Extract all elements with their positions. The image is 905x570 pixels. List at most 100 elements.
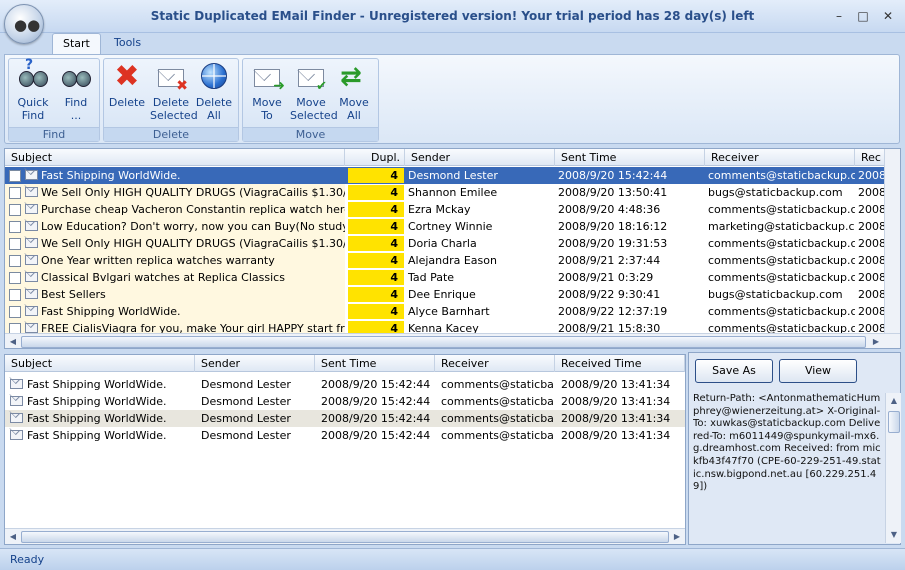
row-checkbox[interactable] bbox=[9, 170, 21, 182]
ribbon-tabs: Start Tools bbox=[0, 33, 905, 54]
cell-receiver: comments@staticbackup.com bbox=[708, 305, 855, 318]
find-button[interactable]: Find ... bbox=[55, 61, 97, 122]
envelope-icon bbox=[10, 430, 23, 440]
move-to-button[interactable]: ➜ Move To bbox=[246, 61, 288, 122]
duplicates-grid-row[interactable]: Fast Shipping WorldWide. 4 Desmond Lester 2… bbox=[5, 167, 900, 184]
tab-start[interactable]: Start bbox=[52, 33, 101, 54]
move-all-button[interactable]: ⇄ Move All bbox=[333, 61, 375, 122]
red-x-icon: ✖ bbox=[114, 59, 140, 94]
headers-vscrollbar[interactable]: ▲ ▼ bbox=[885, 393, 901, 543]
cell-receiver: comments@staticbackup.com bbox=[708, 203, 855, 216]
move-group-caption: Move bbox=[243, 127, 378, 141]
move-selected-button[interactable]: ✔ Move Selected bbox=[290, 61, 338, 122]
minimize-button[interactable]: – bbox=[828, 6, 850, 26]
duplicate-copies-grid-header: Subject Sender Sent Time Receiver Receiv… bbox=[5, 355, 685, 372]
column-subject[interactable]: Subject bbox=[5, 355, 195, 372]
duplicate-copies-row[interactable]: Fast Shipping WorldWide. Desmond Lester 20… bbox=[5, 410, 685, 427]
globe-icon bbox=[198, 61, 230, 93]
duplicates-grid-hscrollbar[interactable]: ◀ ▶ bbox=[5, 333, 900, 348]
column-sent-time[interactable]: Sent Time bbox=[555, 149, 705, 166]
cell-sent-time: 2008/9/20 15:42:44 bbox=[321, 429, 431, 442]
cell-receiver: comments@staticbackup.com bbox=[708, 169, 855, 182]
vscroll-thumb[interactable] bbox=[888, 411, 900, 433]
duplicates-grid-row[interactable]: Classical Bvlgari watches at Replica Cla… bbox=[5, 269, 900, 286]
cell-dupl: 4 bbox=[348, 219, 404, 234]
duplicates-grid-row[interactable]: Best Sellers 4 Dee Enrique 2008/9/22 9:30:4… bbox=[5, 286, 900, 303]
cell-received-time: 2008/9/20 13:41:34 bbox=[561, 412, 671, 425]
message-headers-text[interactable]: Return-Path: <AntonmathematicHumphrey@wi… bbox=[693, 393, 883, 543]
cell-dupl: 4 bbox=[348, 304, 404, 319]
envelope-delete-icon: ✖ bbox=[155, 61, 188, 93]
duplicate-copies-hscrollbar[interactable]: ◀ ▶ bbox=[5, 528, 685, 544]
ribbon: ? Quick Find Find ... Find ✖ Delete ✖ De… bbox=[4, 54, 900, 144]
delete-selected-button[interactable]: ✖ Delete Selected bbox=[150, 61, 198, 122]
cell-dupl: 4 bbox=[348, 168, 404, 183]
row-checkbox[interactable] bbox=[9, 204, 21, 216]
quick-find-button[interactable]: ? Quick Find bbox=[12, 58, 54, 122]
cell-sender: Tad Pate bbox=[408, 271, 455, 284]
envelope-icon bbox=[10, 396, 23, 406]
duplicates-grid-row[interactable]: Purchase cheap Vacheron Constantin repli… bbox=[5, 201, 900, 218]
column-received-time[interactable]: Received Time bbox=[555, 355, 685, 372]
column-receiver[interactable]: Receiver bbox=[435, 355, 555, 372]
duplicate-copies-row[interactable]: Fast Shipping WorldWide. Desmond Lester 20… bbox=[5, 376, 685, 393]
envelope-icon bbox=[25, 272, 38, 282]
duplicate-copies-row[interactable]: Fast Shipping WorldWide. Desmond Lester 20… bbox=[5, 393, 685, 410]
column-sender[interactable]: Sender bbox=[405, 149, 555, 166]
cell-receiver: comments@staticbackup.com bbox=[708, 254, 855, 267]
tab-tools[interactable]: Tools bbox=[104, 33, 151, 54]
delete-button[interactable]: ✖ Delete bbox=[106, 59, 148, 110]
scroll-left-icon[interactable]: ◀ bbox=[5, 529, 21, 544]
save-as-button[interactable]: Save As bbox=[695, 359, 773, 383]
duplicates-grid-row[interactable]: We Sell Only HIGH QUALITY DRUGS (ViagraC… bbox=[5, 184, 900, 201]
scroll-down-icon[interactable]: ▼ bbox=[886, 527, 902, 543]
row-checkbox[interactable] bbox=[9, 306, 21, 318]
close-button[interactable]: ✕ bbox=[877, 6, 899, 26]
cell-subject: Fast Shipping WorldWide. bbox=[41, 169, 181, 182]
cell-subject: Best Sellers bbox=[41, 288, 106, 301]
cell-sent-time: 2008/9/20 4:48:36 bbox=[558, 203, 661, 216]
maximize-button[interactable]: □ bbox=[852, 6, 874, 26]
cell-receiver: bugs@staticbackup.com bbox=[708, 288, 843, 301]
duplicate-copies-row[interactable]: Fast Shipping WorldWide. Desmond Lester 20… bbox=[5, 427, 685, 444]
duplicates-grid-row[interactable]: One Year written replica watches warrant… bbox=[5, 252, 900, 269]
duplicates-grid-row[interactable]: Low Education? Don't worry, now you can … bbox=[5, 218, 900, 235]
column-sender[interactable]: Sender bbox=[195, 355, 315, 372]
row-checkbox[interactable] bbox=[9, 255, 21, 267]
cell-subject: Fast Shipping WorldWide. bbox=[41, 305, 181, 318]
cell-dupl: 4 bbox=[348, 287, 404, 302]
envelope-icon bbox=[10, 379, 23, 389]
cell-receiver: comments@staticba... bbox=[441, 378, 555, 391]
scroll-right-icon[interactable]: ▶ bbox=[868, 334, 884, 348]
column-subject[interactable]: Subject bbox=[5, 149, 345, 166]
cell-sender: Desmond Lester bbox=[201, 412, 291, 425]
column-sent-time[interactable]: Sent Time bbox=[315, 355, 435, 372]
cell-subject: Fast Shipping WorldWide. bbox=[27, 412, 167, 425]
view-button[interactable]: View bbox=[779, 359, 857, 383]
scroll-up-icon[interactable]: ▲ bbox=[886, 393, 902, 409]
cell-sender: Desmond Lester bbox=[201, 429, 291, 442]
row-checkbox[interactable] bbox=[9, 221, 21, 233]
status-text: Ready bbox=[10, 553, 45, 566]
binoculars-icon: ●● bbox=[14, 16, 41, 34]
cell-received: 2008 bbox=[858, 169, 885, 182]
delete-group-caption: Delete bbox=[104, 127, 238, 141]
row-checkbox[interactable] bbox=[9, 238, 21, 250]
duplicates-grid-row[interactable]: Fast Shipping WorldWide. 4 Alyce Barnhart 2… bbox=[5, 303, 900, 320]
scroll-left-icon[interactable]: ◀ bbox=[5, 334, 21, 348]
cell-sender: Alejandra Eason bbox=[408, 254, 497, 267]
column-dupl[interactable]: Dupl. bbox=[345, 149, 405, 166]
row-checkbox[interactable] bbox=[9, 187, 21, 199]
binoculars-icon bbox=[60, 61, 92, 93]
column-receiver[interactable]: Receiver bbox=[705, 149, 855, 166]
row-checkbox[interactable] bbox=[9, 272, 21, 284]
application-menu-button[interactable]: ●● bbox=[4, 4, 44, 44]
cell-sender: Alyce Barnhart bbox=[408, 305, 490, 318]
row-checkbox[interactable] bbox=[9, 289, 21, 301]
delete-all-button[interactable]: Delete All bbox=[193, 61, 235, 122]
message-detail-panel: Save As View Return-Path: <Antonmathemat… bbox=[688, 352, 901, 545]
duplicates-grid-row[interactable]: We Sell Only HIGH QUALITY DRUGS (ViagraC… bbox=[5, 235, 900, 252]
scroll-right-icon[interactable]: ▶ bbox=[669, 529, 685, 544]
hscroll-thumb[interactable] bbox=[21, 531, 669, 543]
hscroll-thumb[interactable] bbox=[21, 336, 866, 348]
